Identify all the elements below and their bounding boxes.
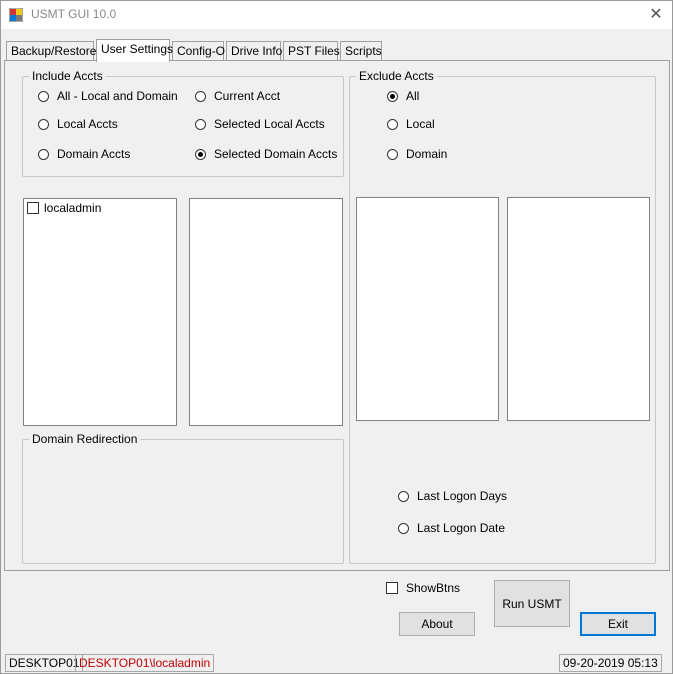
status-bar: DESKTOP01 DESKTOP01\localadmin 09-20-201… — [1, 652, 672, 673]
radio-last-logon-days[interactable]: Last Logon Days — [398, 489, 507, 503]
radio-label: Current Acct — [214, 89, 281, 103]
tab-bar: Backup/Restore User Settings Config-O Dr… — [1, 39, 672, 62]
domain-redirection-legend: Domain Redirection — [29, 432, 141, 446]
include-accounts-list[interactable]: localadmin — [23, 198, 177, 426]
include-accts-legend: Include Accts — [29, 69, 106, 83]
radio-selected-local-accts[interactable]: Selected Local Accts — [195, 117, 325, 131]
status-computer: DESKTOP01 — [5, 654, 84, 672]
about-label: About — [421, 617, 453, 631]
tab-label: User Settings — [101, 42, 174, 56]
about-button[interactable]: About — [399, 612, 475, 636]
exclude-accts-group: Exclude Accts All Local Domain Last Logo… — [349, 69, 656, 564]
tab-label: Backup/Restore — [11, 44, 97, 58]
close-icon[interactable]: ✕ — [645, 5, 667, 25]
list-item[interactable]: localadmin — [24, 199, 176, 217]
tab-label: Config-O — [177, 44, 226, 58]
tab-pst-files[interactable]: PST Files — [283, 41, 340, 61]
radio-all-local-domain[interactable]: All - Local and Domain — [38, 89, 178, 103]
tab-label: PST Files — [288, 44, 340, 58]
excluded-selected-list[interactable] — [507, 197, 650, 421]
tab-drive-info[interactable]: Drive Info — [226, 41, 283, 61]
selected-accounts-list[interactable] — [189, 198, 343, 426]
include-accts-group: Include Accts All - Local and Domain Cur… — [22, 69, 344, 177]
tab-label: Scripts — [345, 44, 382, 58]
tab-config-o[interactable]: Config-O — [172, 41, 226, 61]
exit-button[interactable]: Exit — [580, 612, 656, 636]
radio-exclude-domain[interactable]: Domain — [387, 147, 447, 161]
user-settings-page: Include Accts All - Local and Domain Cur… — [4, 60, 670, 571]
status-user: DESKTOP01\localadmin — [75, 654, 215, 672]
radio-label: Local Accts — [57, 117, 118, 131]
radio-indicator — [38, 90, 49, 102]
radio-domain-accts[interactable]: Domain Accts — [38, 147, 130, 161]
status-datetime: 09-20-2019 05:13 — [559, 654, 662, 672]
checkbox[interactable] — [27, 202, 39, 214]
exit-label: Exit — [607, 617, 628, 631]
radio-selected-domain-accts[interactable]: Selected Domain Accts — [195, 147, 337, 161]
run-usmt-button[interactable]: Run USMT — [494, 580, 570, 627]
radio-label: Last Logon Days — [417, 489, 508, 503]
radio-indicator — [195, 118, 206, 130]
radio-label: Domain — [406, 147, 448, 161]
title-bar: USMT GUI 10.0 ✕ — [1, 1, 672, 29]
exclude-accts-legend: Exclude Accts — [356, 69, 437, 83]
radio-indicator — [387, 118, 398, 130]
radio-current-acct[interactable]: Current Acct — [195, 89, 280, 103]
radio-exclude-local[interactable]: Local — [387, 117, 435, 131]
tab-label: Drive Info — [231, 44, 283, 58]
radio-indicator — [38, 148, 49, 160]
exclude-accounts-list[interactable] — [356, 197, 499, 421]
tab-scripts[interactable]: Scripts — [340, 41, 382, 61]
tab-user-settings[interactable]: User Settings — [96, 39, 174, 62]
radio-label: All - Local and Domain — [57, 89, 178, 103]
radio-indicator — [398, 490, 409, 502]
radio-indicator — [38, 118, 49, 130]
radio-indicator — [195, 148, 206, 160]
radio-exclude-all[interactable]: All — [387, 89, 419, 103]
radio-label: Local — [406, 117, 435, 131]
domain-redirection-group: Domain Redirection — [22, 432, 344, 564]
showbtns-checkbox[interactable]: ShowBtns — [386, 581, 460, 595]
tab-backup-restore[interactable]: Backup/Restore — [6, 41, 97, 61]
run-usmt-label: Run USMT — [502, 596, 562, 611]
radio-indicator — [195, 90, 206, 102]
list-item-label: localadmin — [44, 201, 102, 215]
radio-label: All — [406, 89, 420, 103]
radio-label: Domain Accts — [57, 147, 131, 161]
checkbox[interactable] — [386, 582, 398, 594]
showbtns-label: ShowBtns — [406, 581, 461, 595]
radio-indicator — [387, 90, 398, 102]
radio-label: Selected Local Accts — [214, 117, 325, 131]
radio-local-accts[interactable]: Local Accts — [38, 117, 118, 131]
radio-label: Selected Domain Accts — [214, 147, 338, 161]
main-window: USMT GUI 10.0 ✕ Backup/Restore User Sett… — [0, 0, 673, 674]
radio-last-logon-date[interactable]: Last Logon Date — [398, 521, 505, 535]
window-title: USMT GUI 10.0 — [31, 7, 117, 21]
radio-indicator — [398, 522, 409, 534]
radio-label: Last Logon Date — [417, 521, 506, 535]
radio-indicator — [387, 148, 398, 160]
app-icon — [8, 7, 24, 23]
